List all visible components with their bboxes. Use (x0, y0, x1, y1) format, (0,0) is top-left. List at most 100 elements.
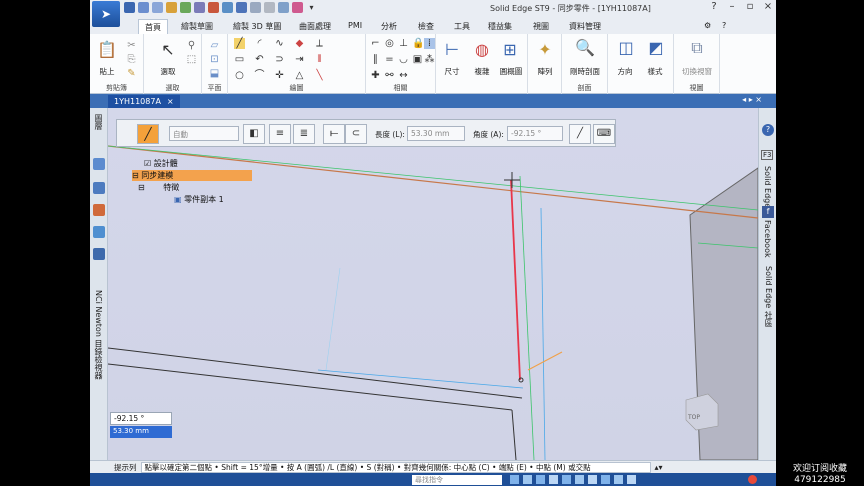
layers-pane-tab[interactable]: 圖層 (93, 114, 104, 130)
tab-pmi[interactable]: PMI (342, 19, 368, 34)
tab-surfacing[interactable]: 曲面處理 (293, 19, 337, 34)
deflect-icon[interactable]: ◍ (472, 40, 492, 60)
select-button[interactable]: 選取 (154, 66, 182, 77)
angle-input[interactable]: -92.15 ° (507, 126, 563, 141)
application-button[interactable]: ➤ (92, 1, 120, 27)
command-finder-input[interactable]: 尋找指令 (412, 475, 502, 485)
library-icon[interactable] (93, 182, 105, 194)
arc-mode-icon[interactable]: ⊂ (345, 124, 367, 144)
section-button[interactable]: 剛時剖面 (564, 66, 606, 77)
tangent-icon[interactable]: ◡ (398, 54, 409, 65)
status-icon-d[interactable] (549, 475, 558, 484)
switch-window-icon[interactable]: ⧉ (687, 38, 707, 58)
length-input[interactable]: 53.30 mm (407, 126, 465, 141)
midpoint-icon[interactable]: ⚯ (384, 70, 395, 81)
status-icon-g[interactable] (588, 475, 597, 484)
expand-icon[interactable]: ⊟ (132, 171, 139, 180)
document-tab[interactable]: 1YH11087A × (108, 95, 180, 108)
undo-icon[interactable] (236, 2, 247, 13)
scroll-arrows-icon[interactable]: ▴▾ (655, 463, 663, 472)
arc-icon[interactable]: ◜ (254, 38, 265, 49)
tab-scroll-arrows-icon[interactable]: ◂ ▸ × (742, 95, 762, 104)
connect-icon[interactable]: ⌐ (370, 38, 381, 49)
dimension-icon[interactable]: ⊢ (442, 40, 462, 60)
tab-3d-sketch[interactable]: 繪製 3D 草圖 (227, 19, 287, 34)
feature-library-icon[interactable] (93, 204, 105, 216)
drawing-icon[interactable] (208, 2, 219, 13)
tree-row-features[interactable]: ⊟ 特徵 (138, 182, 179, 193)
length-readout[interactable]: 53.30 mm (110, 426, 172, 438)
relate-active-icon[interactable]: ⁞ (424, 38, 435, 49)
expand-icon[interactable]: ⊟ (138, 183, 145, 192)
symmetric-icon[interactable]: ⁂ (424, 54, 435, 65)
pathfinder-icon[interactable] (93, 158, 105, 170)
line-mode-icon[interactable]: ⟝ (323, 124, 345, 144)
ribbon-settings-icon[interactable]: ⚙ (698, 19, 717, 34)
status-icon-h[interactable] (601, 475, 610, 484)
switch-window-button[interactable]: 切換視窗 (676, 66, 718, 77)
extend-icon[interactable]: ⇥ (294, 54, 305, 65)
direction-tool-icon[interactable]: ╱ (569, 124, 591, 144)
community-tab[interactable]: Solid Edge 社區 (763, 266, 774, 327)
tab-addins[interactable]: 穩益集 (482, 19, 518, 34)
maximize-button[interactable]: ▫ (742, 1, 758, 12)
help-circle-icon[interactable]: ? (762, 124, 774, 136)
f3-badge[interactable]: F3 (761, 150, 774, 160)
attach-icon[interactable] (264, 2, 275, 13)
point-icon[interactable]: ✛ (274, 70, 285, 81)
tab-tools[interactable]: 工具 (448, 19, 476, 34)
tab-home[interactable]: 首頁 (138, 19, 168, 34)
style-button[interactable]: 樣式 (642, 66, 668, 77)
offset-icon[interactable]: ⊃ (274, 54, 285, 65)
line-width-icon[interactable]: ≣ (293, 124, 315, 144)
rectangle-icon[interactable]: ▭ (234, 54, 245, 65)
equal-icon[interactable]: = (384, 54, 395, 65)
parallel-icon[interactable]: ∥ (370, 54, 381, 65)
horizontal-vertical-icon[interactable]: ⊥ (398, 38, 409, 49)
line-style-icon[interactable]: ≡ (269, 124, 291, 144)
deflect-button[interactable]: 複雜 (468, 66, 496, 77)
arrange-button[interactable]: 陣列 (532, 66, 558, 77)
paste-button[interactable]: 貼上 (96, 66, 118, 77)
save-icon[interactable] (124, 2, 135, 13)
sheet-metal-icon[interactable] (194, 2, 205, 13)
trim-icon[interactable]: ⟂ (314, 38, 325, 49)
close-button[interactable]: × (760, 1, 776, 12)
tab-view[interactable]: 視圖 (527, 19, 555, 34)
mode-select[interactable]: 自動 (169, 126, 239, 141)
select-filter-icon[interactable]: ⚲ (186, 40, 197, 51)
tree-row-part-copy[interactable]: ▣ 零件副本 1 (174, 194, 224, 205)
copy-icon[interactable]: ⎘ (126, 54, 137, 65)
line-icon[interactable]: ╱ (234, 38, 245, 49)
qat-dropdown-icon[interactable]: ▾ (306, 2, 317, 13)
status-icon-e[interactable] (562, 475, 571, 484)
properties-icon[interactable] (278, 2, 289, 13)
fill-style-icon[interactable]: ◧ (243, 124, 265, 144)
tab-sketch[interactable]: 繪製草圖 (175, 19, 219, 34)
tab-inspect[interactable]: 檢查 (412, 19, 440, 34)
circle-icon[interactable]: ○ (234, 70, 245, 81)
options-tool-icon[interactable]: ⌨ (593, 124, 615, 144)
mirror-icon[interactable]: ⫴ (314, 54, 325, 65)
section-icon[interactable]: 🔍 (575, 38, 595, 58)
status-icon-i[interactable] (614, 475, 623, 484)
facebook-icon[interactable]: f (762, 206, 774, 218)
plane-ref-icon[interactable]: ⬓ (209, 68, 220, 79)
ribbon-help-icon[interactable]: ? (716, 19, 732, 34)
record-icon[interactable] (748, 475, 757, 484)
help-icon[interactable]: ? (706, 1, 722, 12)
nci-newton-tab[interactable]: NCi Newton 目錄檢視器 (93, 290, 104, 379)
select-box-icon[interactable]: ⬚ (186, 54, 197, 65)
view-cube[interactable] (685, 393, 719, 431)
part-icon[interactable] (166, 2, 177, 13)
direction-button[interactable]: 方向 (612, 66, 638, 77)
rigid-icon[interactable]: ▣ (412, 54, 423, 65)
options-icon[interactable] (222, 2, 233, 13)
plane-icon[interactable]: ▱ (209, 40, 220, 51)
tab-data-management[interactable]: 資料管理 (563, 19, 607, 34)
tree-row-sync-modeling[interactable]: ⊟ 同步建模 (132, 170, 252, 181)
document-tab-close-icon[interactable]: × (167, 97, 174, 106)
status-icon-c[interactable] (536, 475, 545, 484)
select-arrow-icon[interactable]: ↖ (158, 40, 178, 60)
status-icon-a[interactable] (510, 475, 519, 484)
